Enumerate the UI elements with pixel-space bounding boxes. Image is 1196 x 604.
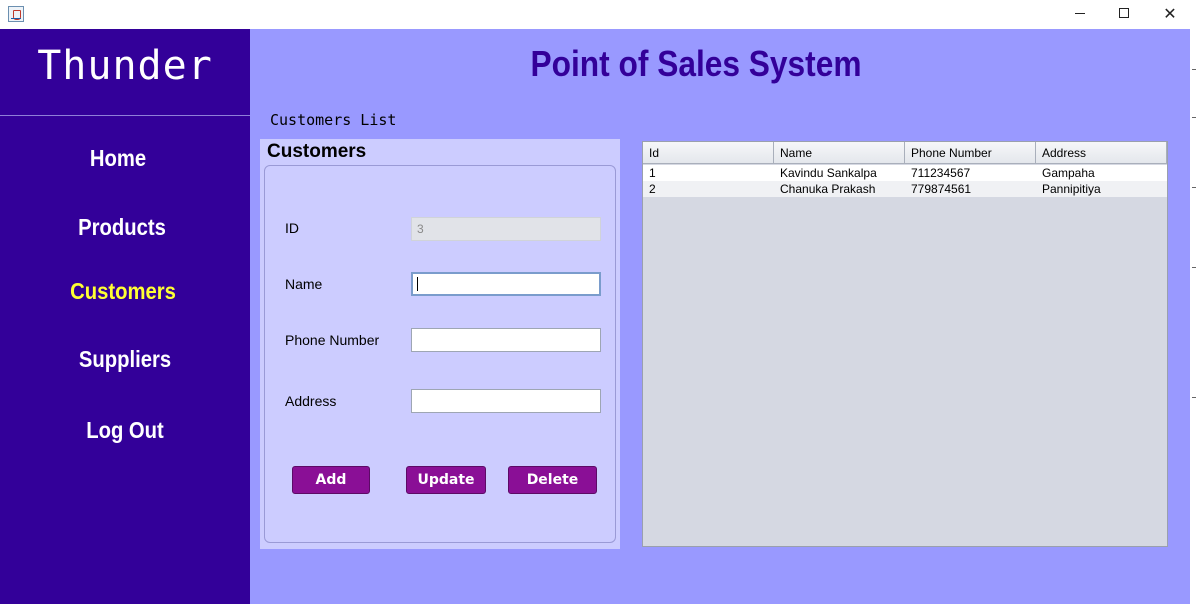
edge-mark [1192, 267, 1196, 268]
table-header: Id Name Phone Number Address [643, 142, 1167, 164]
edge-mark [1192, 69, 1196, 70]
address-field[interactable] [411, 389, 601, 413]
customer-form-panel: Customers ID 3 Name Phone Number Address… [260, 139, 620, 549]
java-cup-icon [8, 6, 24, 22]
sidebar-item-suppliers[interactable]: Suppliers [15, 346, 235, 373]
sidebar-item-customers[interactable]: Customers [13, 278, 233, 305]
table-cell: Chanuka Prakash [780, 182, 876, 196]
id-label: ID [285, 220, 299, 236]
update-button[interactable]: Update [406, 466, 486, 494]
name-field[interactable] [411, 272, 601, 296]
id-field: 3 [411, 217, 601, 241]
table-cell: Gampaha [1042, 166, 1095, 180]
phone-label: Phone Number [285, 332, 380, 348]
maximize-icon [1119, 8, 1129, 18]
sidebar-divider [0, 115, 250, 116]
minimize-icon [1075, 12, 1085, 14]
sidebar: Thunder Home Products Customers Supplier… [0, 29, 250, 604]
text-caret [417, 277, 418, 291]
edge-mark [1192, 187, 1196, 188]
close-button[interactable]: ✕ [1147, 0, 1193, 29]
table-cell: Kavindu Sankalpa [780, 166, 877, 180]
section-label: Customers List [270, 111, 397, 129]
add-button[interactable]: Add [292, 466, 370, 494]
brand-logo: Thunder [37, 43, 213, 89]
window-right-edge [1190, 29, 1196, 604]
column-header-id[interactable]: Id [643, 142, 774, 164]
column-header-name[interactable]: Name [774, 142, 905, 164]
table-cell: 1 [649, 166, 656, 180]
sidebar-item-products[interactable]: Products [12, 214, 232, 241]
address-label: Address [285, 393, 337, 409]
form-inner-panel: ID 3 Name Phone Number Address Add Updat… [264, 165, 616, 543]
table-row[interactable]: 2 Chanuka Prakash 779874561 Pannipitiya [643, 181, 1167, 197]
minimize-button[interactable] [1057, 0, 1103, 29]
name-label: Name [285, 276, 323, 292]
sidebar-item-home[interactable]: Home [8, 145, 228, 172]
phone-field[interactable] [411, 328, 601, 352]
main-content: Point of Sales System Customers List Cus… [250, 29, 1196, 604]
edge-mark [1192, 117, 1196, 118]
table-cell: 2 [649, 182, 656, 196]
delete-button[interactable]: Delete [508, 466, 597, 494]
maximize-button[interactable] [1101, 0, 1147, 29]
table-cell: 711234567 [911, 166, 971, 180]
page-title: Point of Sales System [530, 43, 862, 84]
column-header-address[interactable]: Address [1036, 142, 1167, 164]
edge-mark [1192, 397, 1196, 398]
table-cell: Pannipitiya [1042, 182, 1101, 196]
customers-table[interactable]: Id Name Phone Number Address 1 Kavindu S… [642, 141, 1168, 547]
form-title: Customers [267, 141, 367, 162]
sidebar-item-logout[interactable]: Log Out [15, 417, 235, 444]
table-row[interactable]: 1 Kavindu Sankalpa 711234567 Gampaha [643, 165, 1167, 181]
window-title-bar: ✕ [0, 0, 1196, 29]
table-cell: 779874561 [911, 182, 972, 196]
close-icon: ✕ [1163, 4, 1177, 23]
column-header-phone[interactable]: Phone Number [905, 142, 1036, 164]
